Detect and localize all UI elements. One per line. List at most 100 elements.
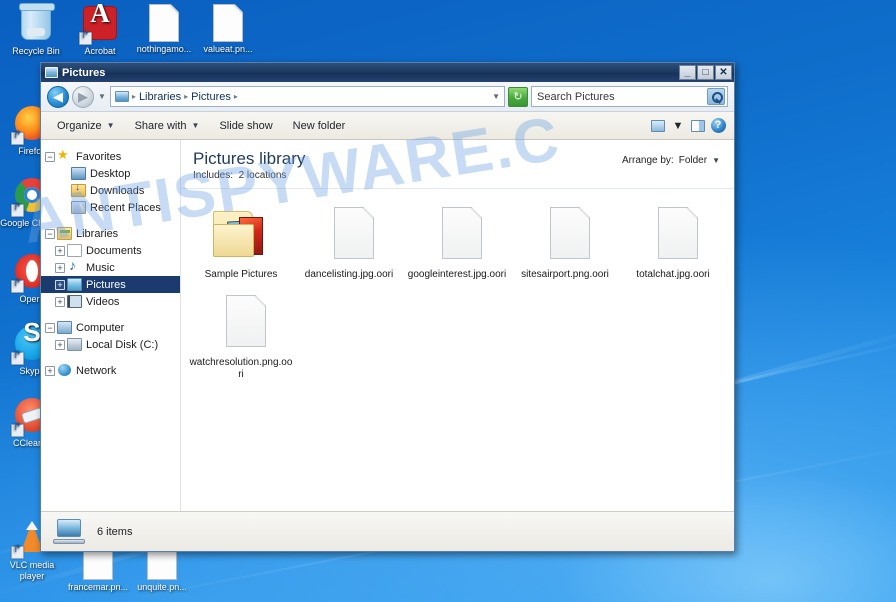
navigation-pane[interactable]: − Favorites Desktop Downloads	[41, 140, 181, 511]
nav-group-computer: − Computer + Local Disk (C:)	[41, 319, 180, 353]
chevron-down-icon: ▼	[672, 119, 684, 132]
sidebar-item-network[interactable]: + Network	[41, 362, 180, 379]
expander-icon[interactable]: +	[45, 365, 55, 376]
desktop-icon-nothingamo[interactable]: nothingamo...	[132, 4, 196, 55]
change-view-button[interactable]	[648, 116, 668, 136]
forward-button[interactable]: ▶	[72, 85, 94, 108]
expander-icon[interactable]: −	[45, 228, 55, 239]
change-view-icon	[651, 119, 665, 132]
expander-icon	[59, 203, 69, 213]
breadcrumb-libraries[interactable]: Libraries	[139, 91, 181, 103]
expander-icon[interactable]: +	[55, 296, 65, 307]
expander-icon[interactable]: +	[55, 279, 65, 290]
search-icon[interactable]	[707, 88, 725, 105]
explorer-window[interactable]: Pictures _ □ ✕ ◀ ▶ ▼ ▸ Libraries ▸ Pictu…	[40, 62, 735, 552]
sidebar-item-music[interactable]: + Music	[41, 257, 180, 276]
local-disk-icon	[67, 338, 82, 351]
desktop-icon-recycle-bin[interactable]: Recycle Bin	[4, 3, 68, 57]
preview-pane-button[interactable]	[688, 116, 708, 136]
maximize-button[interactable]: □	[697, 65, 714, 80]
window-body: − Favorites Desktop Downloads	[41, 140, 734, 511]
sidebar-item-label: Favorites	[76, 150, 122, 163]
breadcrumb-separator[interactable]: ▸	[184, 92, 188, 101]
sidebar-item-label: Pictures	[86, 278, 126, 291]
expander-icon[interactable]: −	[45, 151, 55, 162]
list-item[interactable]: sitesairport.png.oori	[511, 199, 619, 287]
desktop-icon-acrobat[interactable]: Acrobat	[68, 4, 132, 57]
includes-label: Includes:	[193, 170, 234, 181]
share-with-button[interactable]: Share with ▼	[125, 116, 210, 136]
change-view-dropdown[interactable]: ▼	[668, 116, 688, 136]
sidebar-item-label: Downloads	[90, 184, 145, 197]
arrange-by-label: Arrange by:	[622, 155, 674, 166]
expander-icon[interactable]: +	[55, 339, 65, 350]
file-name: totalchat.jpg.oori	[636, 269, 710, 280]
sidebar-item-libraries[interactable]: − Libraries	[41, 225, 180, 242]
help-button[interactable]: ?	[708, 116, 728, 136]
file-list-area[interactable]: Sample Pictures dancelisting.jpg.oori go…	[181, 189, 734, 511]
sidebar-item-label: Music	[86, 261, 115, 274]
sidebar-item-label: Documents	[86, 244, 142, 257]
window-titlebar[interactable]: Pictures _ □ ✕	[41, 63, 734, 82]
sidebar-item-pictures[interactable]: + Pictures	[41, 276, 180, 293]
file-name: dancelisting.jpg.oori	[304, 269, 394, 280]
organize-button[interactable]: Organize ▼	[47, 116, 125, 136]
includes-value[interactable]: 2 locations	[239, 170, 287, 181]
desktop[interactable]: Recycle Bin Acrobat nothingamo... valuea…	[0, 0, 896, 602]
expander-icon[interactable]: +	[55, 245, 65, 256]
desktop-icon-label: unquite.pn...	[137, 582, 187, 592]
search-placeholder: Search Pictures	[537, 90, 615, 103]
search-input[interactable]: Search Pictures	[531, 86, 728, 107]
generic-file-icon	[641, 203, 705, 265]
minimize-button[interactable]: _	[679, 65, 696, 80]
file-name: googleinterest.jpg.oori	[407, 269, 507, 280]
sidebar-item-computer[interactable]: − Computer	[41, 319, 180, 336]
downloads-icon	[71, 182, 86, 197]
file-name: watchresolution.png.oori	[189, 357, 293, 380]
sidebar-item-videos[interactable]: + Videos	[41, 293, 180, 310]
list-item[interactable]: googleinterest.jpg.oori	[403, 199, 511, 287]
arrange-by-value[interactable]: Folder	[679, 155, 707, 166]
history-dropdown-icon[interactable]: ▼	[98, 92, 106, 101]
slide-show-button[interactable]: Slide show	[209, 116, 282, 136]
chevron-down-icon[interactable]: ▼	[712, 156, 720, 165]
sidebar-item-documents[interactable]: + Documents	[41, 242, 180, 259]
libraries-icon	[57, 227, 72, 240]
folder-pictures-icon	[209, 203, 273, 265]
sidebar-item-label: Desktop	[90, 167, 131, 180]
document-icon	[209, 4, 247, 42]
music-icon	[67, 257, 82, 274]
sidebar-item-recent-places[interactable]: Recent Places	[41, 199, 180, 216]
back-button[interactable]: ◀	[47, 85, 69, 108]
videos-icon	[67, 295, 82, 308]
list-item[interactable]: watchresolution.png.oori	[187, 287, 295, 387]
desktop-icon-valueat[interactable]: valueat.pn...	[196, 4, 260, 55]
expander-icon[interactable]: +	[55, 262, 65, 273]
list-item[interactable]: totalchat.jpg.oori	[619, 199, 727, 287]
sidebar-item-desktop[interactable]: Desktop	[41, 165, 180, 182]
list-item[interactable]: Sample Pictures	[187, 199, 295, 287]
sidebar-item-label: Local Disk (C:)	[86, 338, 159, 351]
expander-icon[interactable]: −	[45, 322, 55, 333]
nav-group-network: + Network	[41, 362, 180, 379]
sidebar-item-downloads[interactable]: Downloads	[41, 182, 180, 199]
sidebar-item-label: Libraries	[76, 227, 119, 240]
address-input[interactable]: ▸ Libraries ▸ Pictures ▸ ▼	[109, 86, 505, 107]
close-button[interactable]: ✕	[715, 65, 732, 80]
sidebar-item-favorites[interactable]: − Favorites	[41, 147, 180, 165]
library-includes: Includes: 2 locations	[193, 170, 622, 181]
sidebar-item-local-disk-c[interactable]: + Local Disk (C:)	[41, 336, 180, 353]
list-item[interactable]: dancelisting.jpg.oori	[295, 199, 403, 287]
generic-file-icon	[317, 203, 381, 265]
breadcrumb-separator[interactable]: ▸	[234, 92, 238, 101]
sidebar-item-label: Computer	[76, 321, 125, 334]
pictures-icon	[67, 278, 82, 291]
file-name: Sample Pictures	[204, 269, 278, 280]
share-with-label: Share with	[134, 119, 187, 132]
breadcrumb-separator[interactable]: ▸	[132, 92, 136, 101]
new-folder-button[interactable]: New folder	[283, 116, 356, 136]
breadcrumb-pictures[interactable]: Pictures	[191, 91, 231, 103]
file-grid: Sample Pictures dancelisting.jpg.oori go…	[187, 199, 728, 387]
refresh-button[interactable]: ↻	[508, 86, 528, 107]
address-dropdown-icon[interactable]: ▼	[492, 92, 500, 101]
